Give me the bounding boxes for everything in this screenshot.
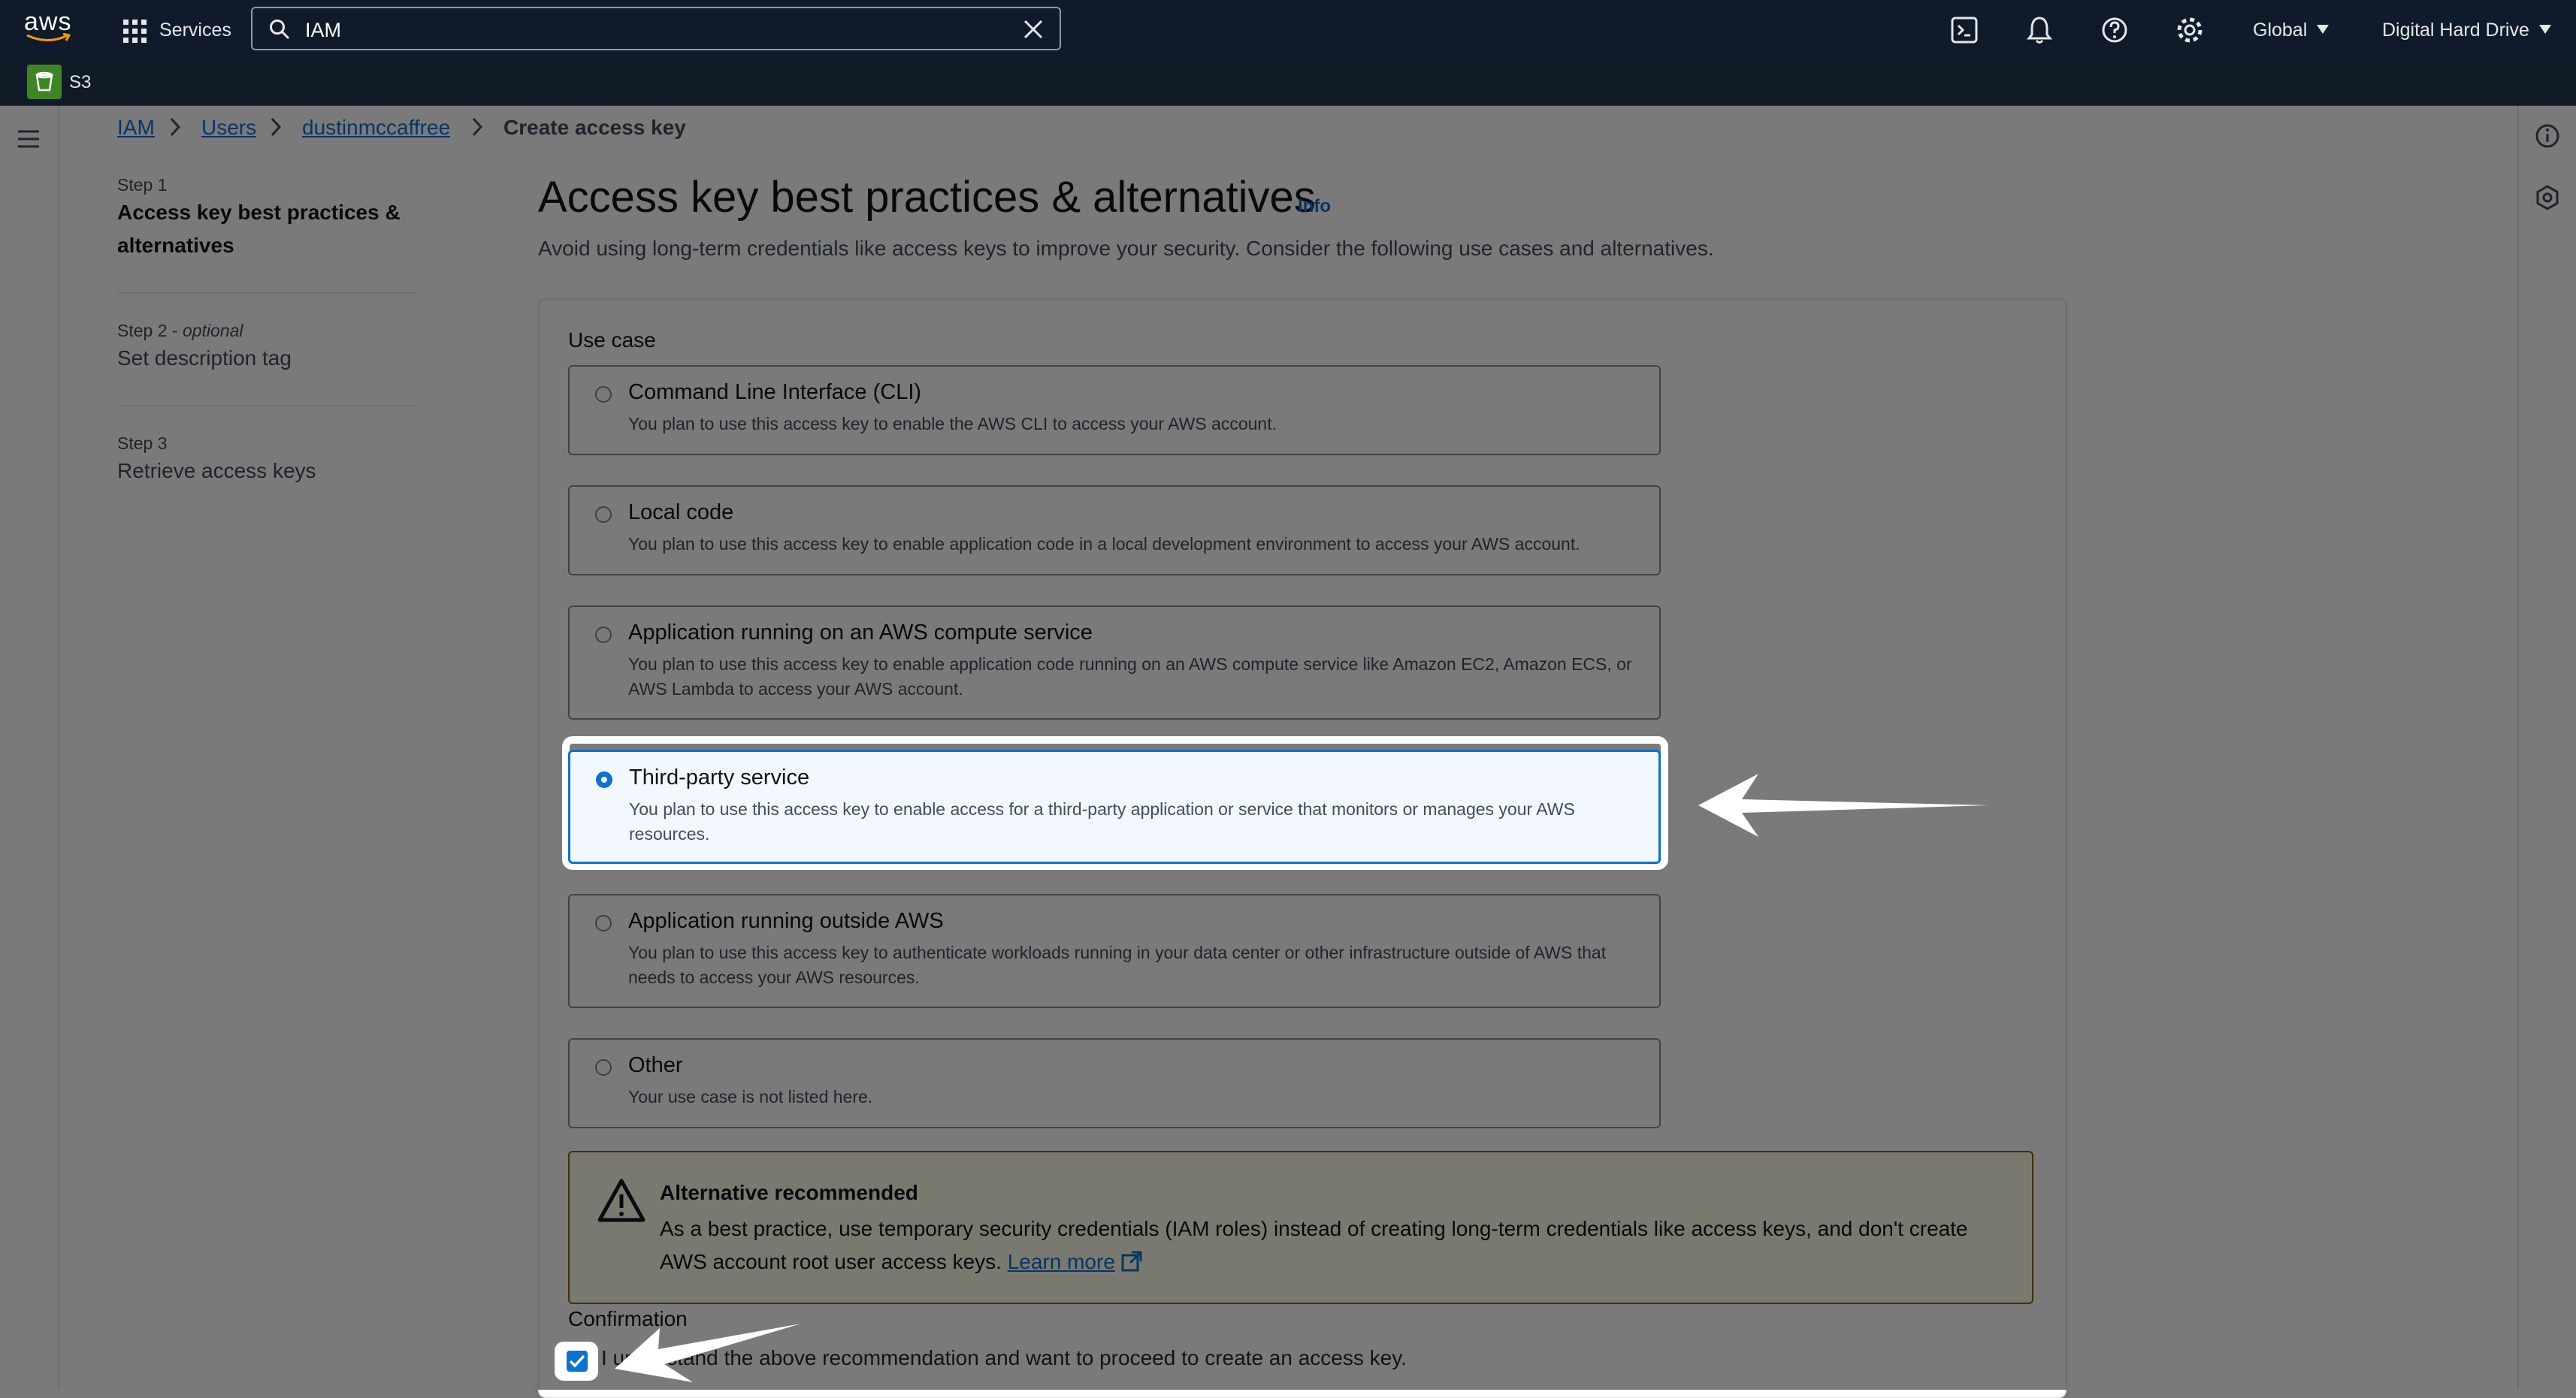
option-other[interactable]: Other Your use case is not listed here. — [568, 1038, 1661, 1128]
option-aws-compute[interactable]: Application running on an AWS compute se… — [568, 605, 1661, 720]
option-title: Third-party service — [629, 765, 810, 790]
radio-button[interactable] — [595, 1059, 612, 1076]
learn-more-link[interactable]: Learn more — [1008, 1250, 1115, 1273]
breadcrumb-iam[interactable]: IAM — [117, 115, 155, 140]
option-description: You plan to use this access key to enabl… — [628, 654, 1632, 699]
alert-title: Alternative recommended — [660, 1181, 918, 1204]
radio-button[interactable] — [595, 915, 612, 931]
option-description: You plan to use this access key to enabl… — [629, 799, 1575, 844]
option-cli[interactable]: Command Line Interface (CLI) You plan to… — [568, 365, 1661, 455]
checkmark-icon — [569, 1354, 585, 1368]
caret-down-icon — [2317, 25, 2329, 34]
annotation-arrow-icon — [1698, 774, 1988, 837]
annotation-arrow-icon — [615, 1324, 801, 1382]
page-content: IAM Users dustinmccaffree Create access … — [0, 106, 2576, 1398]
step-1-label: Step 1 — [117, 175, 168, 195]
checkbox-box — [567, 1351, 588, 1372]
external-link-icon — [1121, 1251, 1142, 1272]
option-title: Other — [628, 1053, 683, 1077]
caret-down-icon — [2539, 25, 2551, 34]
radio-button[interactable] — [595, 386, 612, 403]
option-description: You plan to use this access key to enabl… — [628, 414, 1277, 433]
step-divider — [117, 405, 416, 406]
breadcrumb-users[interactable]: Users — [201, 115, 256, 140]
radio-button-selected[interactable] — [596, 771, 612, 788]
account-menu[interactable]: Digital Hard Drive — [2382, 19, 2529, 41]
clear-icon[interactable] — [1023, 20, 1043, 39]
services-menu[interactable]: Services — [159, 19, 231, 41]
radio-button[interactable] — [595, 627, 612, 643]
search-value: IAM — [305, 19, 342, 41]
confirmation-checkbox[interactable] — [555, 1342, 598, 1381]
favorites-bar: S3 — [0, 60, 2576, 107]
chevron-right-icon — [170, 117, 180, 137]
region-selector[interactable]: Global — [2253, 19, 2307, 41]
step-2-label: Step 2 - optional — [117, 321, 243, 340]
info-panel-icon[interactable] — [2534, 122, 2561, 149]
s3-service-icon[interactable] — [27, 65, 62, 99]
option-third-party-highlighted[interactable]: Third-party service You plan to use this… — [568, 750, 1661, 864]
option-outside-aws[interactable]: Application running outside AWS You plan… — [568, 894, 1661, 1008]
search-icon — [270, 20, 290, 40]
step-2-title[interactable]: Set description tag — [117, 342, 292, 375]
cloudshell-icon[interactable] — [1948, 14, 1981, 47]
warning-icon — [597, 1179, 646, 1222]
side-navigation-rail — [0, 106, 59, 1390]
option-title: Application running on an AWS compute se… — [628, 620, 1093, 645]
bell-icon[interactable] — [2023, 14, 2056, 47]
step-3-label: Step 3 — [117, 433, 168, 453]
aws-smile-icon — [26, 33, 71, 41]
warning-alert: Alternative recommended As a best practi… — [568, 1151, 2033, 1304]
breadcrumb-current: Create access key — [503, 116, 686, 139]
use-case-label: Use case — [568, 328, 656, 352]
settings-icon[interactable] — [2173, 14, 2206, 47]
step-3-title[interactable]: Retrieve access keys — [117, 454, 316, 488]
aws-logo[interactable]: aws — [24, 8, 72, 50]
search-input[interactable]: IAM — [251, 7, 1061, 50]
alert-body: As a best practice, use temporary securi… — [660, 1217, 1968, 1273]
page-title: Access key best practices & alternatives — [538, 173, 1316, 222]
step-1-title: Access key best practices & alternatives — [117, 201, 401, 257]
menu-icon[interactable] — [17, 128, 41, 149]
tools-rail — [2517, 106, 2576, 1390]
page-description: Avoid using long-term credentials like a… — [538, 237, 1714, 260]
step-divider — [117, 292, 416, 294]
option-description: You plan to use this access key to authe… — [628, 943, 1607, 987]
option-title: Command Line Interface (CLI) — [628, 380, 922, 404]
chevron-right-icon — [472, 117, 482, 137]
info-link[interactable]: Info — [1298, 196, 1331, 217]
option-title: Application running outside AWS — [628, 909, 944, 933]
option-local-code[interactable]: Local code You plan to use this access k… — [568, 485, 1661, 575]
option-description: Your use case is not listed here. — [628, 1087, 873, 1107]
chevron-right-icon — [271, 117, 281, 137]
hexagon-icon[interactable] — [2534, 184, 2561, 211]
option-description: You plan to use this access key to enabl… — [628, 534, 1580, 554]
s3-favorite-label[interactable]: S3 — [69, 71, 91, 94]
breadcrumb-user[interactable]: dustinmccaffree — [302, 115, 450, 140]
top-navigation: aws Services IAM Global Digital Hard Dri… — [0, 0, 2576, 60]
help-icon[interactable] — [2098, 14, 2131, 47]
option-title: Local code — [628, 500, 734, 524]
grid-icon[interactable] — [123, 20, 147, 44]
radio-button[interactable] — [595, 506, 612, 523]
